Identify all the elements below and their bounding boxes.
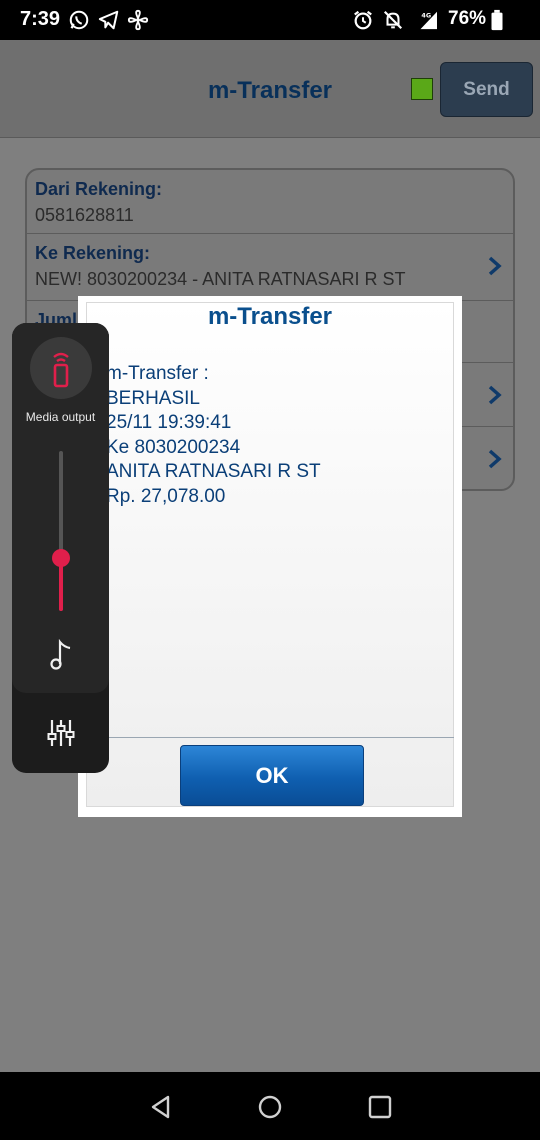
status-time: 7:39 [20, 8, 61, 30]
message-line: BERHASIL [106, 387, 200, 409]
dialog-divider [86, 737, 454, 738]
signal-4g-icon: 4G [420, 11, 437, 30]
message-line: Ke 8030200234 [106, 436, 241, 458]
notifications-off-icon [383, 10, 403, 30]
message-line: m-Transfer : [106, 363, 209, 384]
volume-slider-thumb[interactable] [52, 549, 70, 567]
chevron-right-icon [488, 385, 502, 405]
to-account-label: Ke Rekening: [35, 243, 151, 263]
chevron-right-icon [488, 449, 502, 469]
battery-percent: 76% [448, 8, 487, 29]
home-icon[interactable] [257, 1094, 283, 1120]
media-output-icon [53, 352, 69, 388]
message-line: Rp. 27,078.00 [106, 485, 226, 507]
media-output-label: Media output [25, 410, 96, 424]
from-account-row[interactable]: Dari Rekening: 0581628811 [27, 170, 515, 234]
dialog-message: m-Transfer : BERHASIL 25/11 19:39:41 Ke … [106, 362, 321, 509]
alarm-icon [354, 10, 372, 30]
app-header: m-Transfer Send [0, 40, 540, 138]
whatsapp-icon [69, 10, 89, 30]
navigation-bar [0, 1072, 540, 1140]
from-account-value: 0581628811 [35, 205, 134, 225]
fan-icon [127, 9, 149, 31]
music-note-icon [50, 639, 71, 670]
back-icon[interactable] [148, 1094, 174, 1120]
volume-panel: Media output [12, 323, 109, 773]
equalizer-icon[interactable] [47, 718, 75, 748]
ok-button[interactable]: OK [180, 745, 364, 806]
battery-icon [491, 9, 503, 31]
message-line: ANITA RATNASARI R ST [106, 461, 321, 482]
connection-status-indicator [411, 78, 433, 100]
to-account-row[interactable]: Ke Rekening: NEW! 8030200234 - ANITA RAT… [27, 234, 515, 301]
from-account-label: Dari Rekening: [35, 179, 163, 199]
message-line: 25/11 19:39:41 [106, 412, 232, 433]
send-button[interactable]: Send [440, 62, 533, 117]
chevron-right-icon [488, 256, 502, 276]
telegram-icon [98, 10, 119, 30]
result-dialog: m-Transfer m-Transfer : BERHASIL 25/11 1… [78, 296, 462, 817]
svg-text:4G: 4G [421, 11, 431, 19]
media-output-button[interactable] [30, 337, 92, 399]
recents-icon[interactable] [367, 1094, 393, 1120]
to-account-value: NEW! 8030200234 - ANITA RATNASARI R ST [35, 269, 406, 289]
dialog-title: m-Transfer [207, 303, 333, 330]
status-bar: 7:39 4G 76% [0, 0, 540, 40]
